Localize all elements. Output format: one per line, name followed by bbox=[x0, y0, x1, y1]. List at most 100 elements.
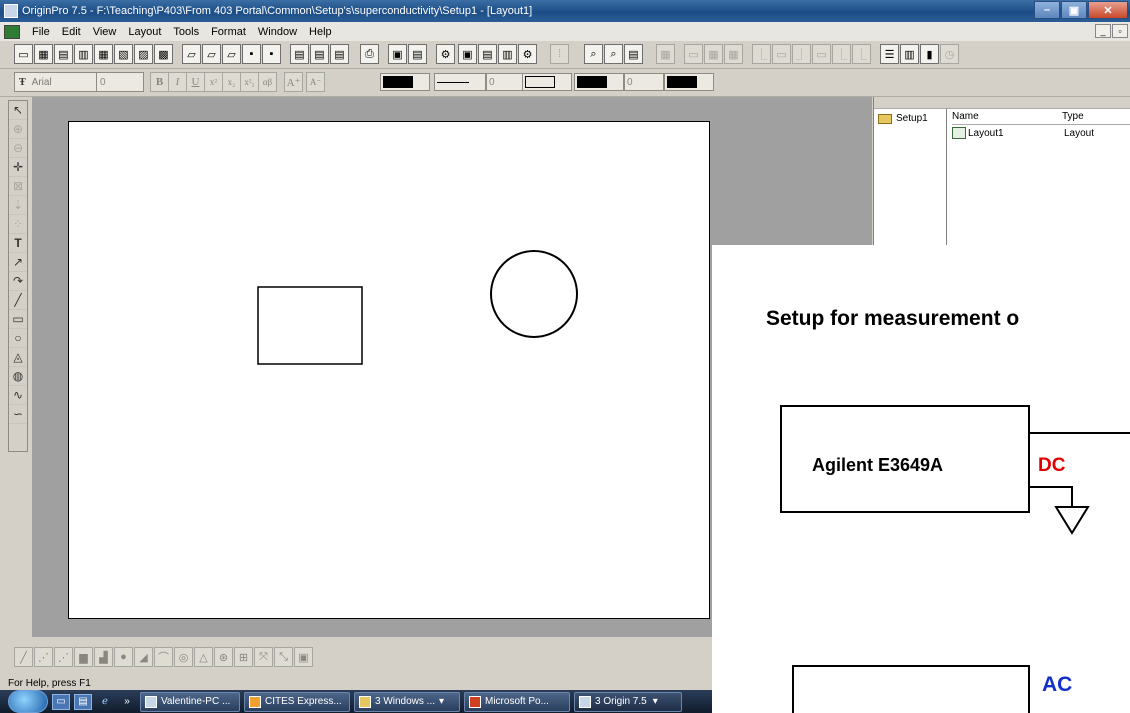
area-plot-icon[interactable]: ◢ bbox=[134, 647, 153, 667]
minimize-button[interactable]: – bbox=[1034, 1, 1060, 19]
taskbar-item[interactable]: CITES Express... bbox=[244, 691, 350, 712]
zoom-out-tool-icon[interactable]: ⊖ bbox=[9, 139, 27, 158]
surface-plot-icon[interactable]: ⊛ bbox=[214, 647, 233, 667]
line-style-select[interactable] bbox=[434, 73, 486, 91]
polar-plot-icon[interactable]: ◎ bbox=[174, 647, 193, 667]
bold-button[interactable]: B bbox=[150, 72, 169, 92]
text-tool-icon[interactable]: T bbox=[9, 234, 27, 253]
save-template-icon[interactable]: ▪ bbox=[262, 44, 281, 64]
menu-file[interactable]: File bbox=[26, 26, 56, 38]
list-item[interactable]: Layout1 Layout bbox=[952, 127, 1094, 139]
import-wizard-icon[interactable]: ▤ bbox=[330, 44, 349, 64]
menu-help[interactable]: Help bbox=[303, 26, 338, 38]
zoom-in-tool-icon[interactable]: ⊕ bbox=[9, 120, 27, 139]
data-selector-tool-icon[interactable]: ⊠ bbox=[9, 177, 27, 196]
screen-reader-tool-icon[interactable]: ✛ bbox=[9, 158, 27, 177]
ungroup-icon[interactable]: ▥ bbox=[900, 44, 919, 64]
column-header-name[interactable]: Name bbox=[952, 111, 1062, 124]
add-column-icon[interactable]: ⁞ bbox=[550, 44, 569, 64]
layout-page[interactable] bbox=[68, 121, 710, 619]
border-width-select[interactable]: 0 bbox=[624, 73, 664, 91]
print-icon[interactable]: ⎙ bbox=[360, 44, 379, 64]
front-icon[interactable]: ▮ bbox=[920, 44, 939, 64]
rectangle-tool-icon[interactable]: ▭ bbox=[9, 310, 27, 329]
new-notes-icon[interactable]: ▩ bbox=[154, 44, 173, 64]
switch-windows-icon[interactable]: ▤ bbox=[74, 693, 92, 710]
italic-button[interactable]: I bbox=[168, 72, 187, 92]
polygon-tool-icon[interactable]: ◬ bbox=[9, 348, 27, 367]
data-reader-tool-icon[interactable]: ⇣ bbox=[9, 196, 27, 215]
code-builder-icon[interactable]: ⚙ bbox=[436, 44, 455, 64]
line-width-select[interactable]: 0 bbox=[486, 73, 526, 91]
increase-font-button[interactable]: A⁺ bbox=[284, 72, 303, 92]
internet-explorer-icon[interactable]: ℯ bbox=[96, 694, 114, 710]
import-ascii-icon[interactable]: ▤ bbox=[290, 44, 309, 64]
taskbar-item-active[interactable]: 3 Origin 7.5 ▾ bbox=[574, 691, 682, 712]
pie-plot-icon[interactable]: ● bbox=[114, 647, 133, 667]
zoom-in-icon[interactable]: ⌕ bbox=[584, 44, 603, 64]
restore-button[interactable]: ▣ bbox=[1061, 1, 1087, 19]
subscript-button[interactable]: x₂ bbox=[222, 72, 241, 92]
menu-view[interactable]: View bbox=[87, 26, 123, 38]
template-plot-icon[interactable]: ⤡ bbox=[274, 647, 293, 667]
hilo-plot-icon[interactable]: ⊞ bbox=[234, 647, 253, 667]
show-desktop-icon[interactable]: ▭ bbox=[52, 693, 70, 710]
circle-object[interactable] bbox=[490, 250, 578, 338]
superscript-button[interactable]: x² bbox=[204, 72, 223, 92]
arrow-tool-icon[interactable]: ↗ bbox=[9, 253, 27, 272]
duplicate-icon[interactable]: ▤ bbox=[408, 44, 427, 64]
align-top-icon[interactable]: ▭ bbox=[812, 44, 831, 64]
line-tool-icon[interactable]: ╱ bbox=[9, 291, 27, 310]
pointer-tool-icon[interactable]: ↖ bbox=[9, 101, 27, 120]
group-icon[interactable]: ☰ bbox=[880, 44, 899, 64]
layout-align-2-icon[interactable]: ▦ bbox=[704, 44, 723, 64]
arrange-layers-icon[interactable]: ▦ bbox=[656, 44, 675, 64]
open-icon[interactable]: ▱ bbox=[182, 44, 201, 64]
font-size-select[interactable]: 0 bbox=[96, 72, 144, 92]
line-symbol-plot-icon[interactable]: ⋰ bbox=[54, 647, 73, 667]
folder-setup1[interactable]: Setup1 bbox=[878, 113, 928, 124]
layout-document-icon[interactable] bbox=[4, 24, 20, 39]
column-plot-icon[interactable]: ▆ bbox=[74, 647, 93, 667]
draw-data-tool-icon[interactable]: ⁘ bbox=[9, 215, 27, 234]
layout-align-3-icon[interactable]: ▦ bbox=[724, 44, 743, 64]
origin-app-icon[interactable] bbox=[4, 4, 18, 18]
script-window-icon[interactable]: ▥ bbox=[498, 44, 517, 64]
underline-button[interactable]: U bbox=[186, 72, 205, 92]
column-header-type[interactable]: Type bbox=[1062, 111, 1084, 124]
open-template-icon[interactable]: ▱ bbox=[202, 44, 221, 64]
taskbar-item[interactable]: Valentine-PC ... bbox=[140, 691, 240, 712]
scatter-plot-icon[interactable]: ⋰ bbox=[34, 647, 53, 667]
taskbar-item[interactable]: 3 Windows ... ▾ bbox=[354, 691, 460, 712]
doc-restore-button[interactable]: ▫ bbox=[1112, 24, 1128, 38]
menu-window[interactable]: Window bbox=[252, 26, 303, 38]
zoom-out-icon[interactable]: ⌕ bbox=[604, 44, 623, 64]
new-matrix-icon[interactable]: ▦ bbox=[94, 44, 113, 64]
line-color-select[interactable] bbox=[522, 73, 572, 91]
start-button[interactable] bbox=[8, 690, 48, 713]
align-bottom-icon[interactable]: ⎿ bbox=[832, 44, 851, 64]
bar-plot-icon[interactable]: ▟ bbox=[94, 647, 113, 667]
align-middle-icon[interactable]: ⎿ bbox=[852, 44, 871, 64]
region-tool-icon[interactable]: ◍ bbox=[9, 367, 27, 386]
freehand-tool-icon[interactable]: ∽ bbox=[9, 405, 27, 424]
menu-edit[interactable]: Edit bbox=[56, 26, 87, 38]
align-left-icon[interactable]: ⎿ bbox=[752, 44, 771, 64]
menu-layout[interactable]: Layout bbox=[122, 26, 167, 38]
new-worksheet-icon[interactable]: ▦ bbox=[34, 44, 53, 64]
new-function-icon[interactable]: ▧ bbox=[114, 44, 133, 64]
align-center-icon[interactable]: ▭ bbox=[772, 44, 791, 64]
back-icon[interactable]: ◷ bbox=[940, 44, 959, 64]
quicklaunch-more-icon[interactable]: » bbox=[118, 694, 136, 710]
align-right-icon[interactable]: ⏌ bbox=[792, 44, 811, 64]
menu-format[interactable]: Format bbox=[205, 26, 252, 38]
ternary-plot-icon[interactable]: △ bbox=[194, 647, 213, 667]
import-multiple-icon[interactable]: ▤ bbox=[310, 44, 329, 64]
new-layout-icon[interactable]: ▨ bbox=[134, 44, 153, 64]
circle-tool-icon[interactable]: ○ bbox=[9, 329, 27, 348]
open-excel-icon[interactable]: ▱ bbox=[222, 44, 241, 64]
line-plot-icon[interactable]: ╱ bbox=[14, 647, 33, 667]
template-library-icon[interactable]: ▣ bbox=[294, 647, 313, 667]
supersub-button[interactable]: x²₁ bbox=[240, 72, 259, 92]
project-explorer-icon[interactable]: ▣ bbox=[458, 44, 477, 64]
